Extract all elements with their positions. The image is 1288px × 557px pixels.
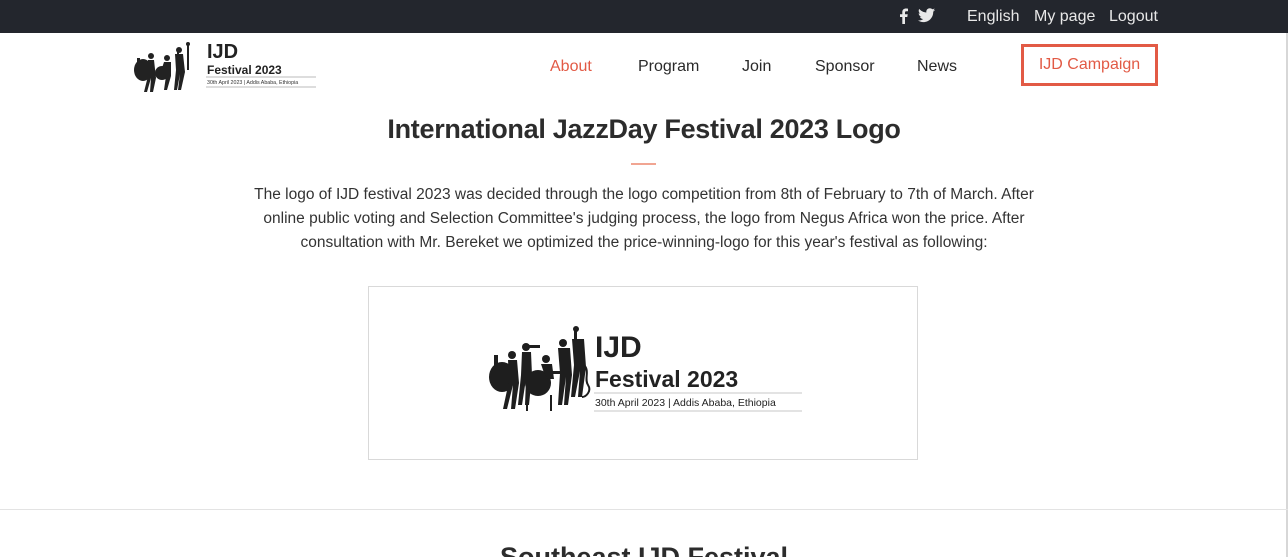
- nav-about[interactable]: About: [550, 57, 592, 76]
- logo-line1: IJD: [207, 41, 238, 63]
- language-link[interactable]: English: [967, 8, 1019, 26]
- logout-link[interactable]: Logout: [1109, 8, 1158, 26]
- facebook-icon[interactable]: [899, 8, 908, 24]
- logo-text: IJD Festival 2023 30th April 2023 | Addi…: [206, 41, 316, 88]
- logo-line2: Festival 2023: [207, 63, 282, 77]
- nav-news[interactable]: News: [917, 57, 957, 76]
- nav-program[interactable]: Program: [638, 57, 699, 76]
- section-divider: [0, 509, 1288, 510]
- my-page-link[interactable]: My page: [1034, 8, 1095, 26]
- twitter-icon[interactable]: [918, 8, 935, 24]
- top-bar: English My page Logout: [0, 0, 1288, 33]
- next-section-title: Southeast IJD Festival: [499, 542, 789, 557]
- logo-line3: 30th April 2023 | Addis Ababa, Ethiopia: [207, 80, 298, 86]
- intro-paragraph: The logo of IJD festival 2023 was decide…: [254, 186, 1034, 251]
- page-title: International JazzDay Festival 2023 Logo: [387, 114, 901, 144]
- big-logo-line3: 30th April 2023 | Addis Ababa, Ethiopia: [595, 397, 776, 409]
- festival-logo-image: IJD Festival 2023 30th April 2023 | Addi…: [486, 325, 806, 417]
- big-logo-line2: Festival 2023: [595, 366, 738, 392]
- big-logo-line1: IJD: [595, 331, 642, 364]
- title-underline: [631, 163, 656, 165]
- site-logo[interactable]: IJD Festival 2023 30th April 2023 | Addi…: [129, 38, 319, 94]
- nav-sponsor[interactable]: Sponsor: [815, 57, 875, 76]
- social-links: [899, 8, 935, 24]
- nav-join[interactable]: Join: [742, 57, 771, 76]
- campaign-button[interactable]: IJD Campaign: [1021, 44, 1158, 86]
